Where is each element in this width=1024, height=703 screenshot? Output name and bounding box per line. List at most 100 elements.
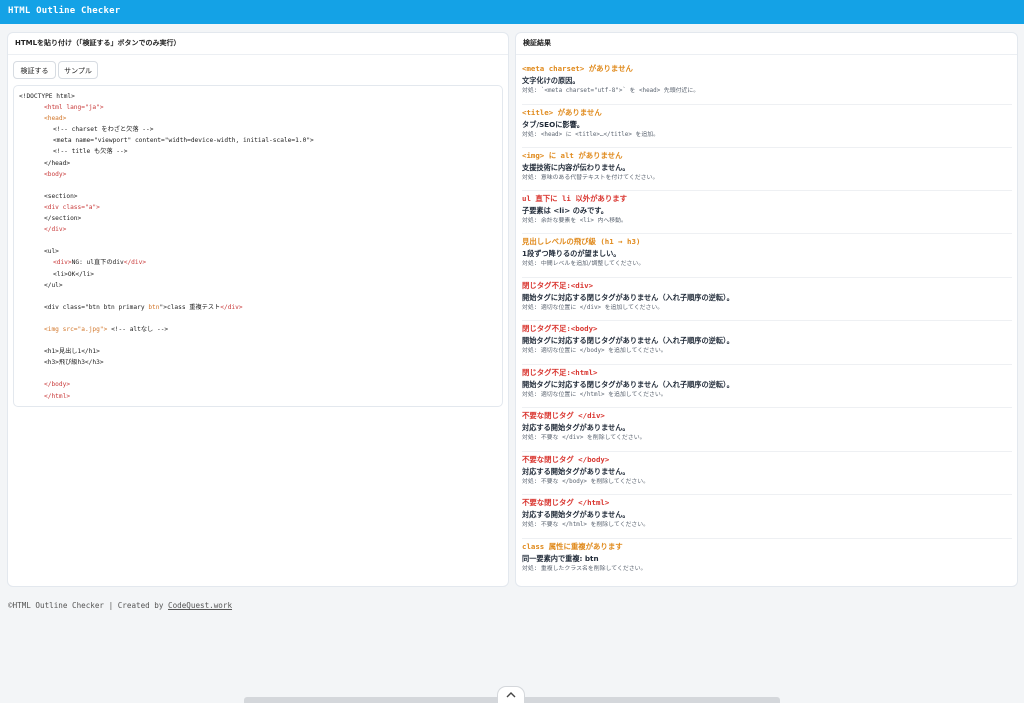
result-fix: 対処: 不要な </body> を削除してください。 [522, 479, 650, 485]
result-description: 子要素は <li> のみです。 [522, 206, 608, 215]
sample-button[interactable]: サンプル [58, 61, 98, 79]
input-panel-title: HTMLを貼り付け（「検証する」ボタンでのみ実行） [8, 33, 508, 55]
code-token: ">class 重複テスト [159, 303, 221, 311]
result-fix: 対処: 余計な要素を <li> 内へ移動。 [522, 218, 627, 224]
result-item: 不要な閉じタグ </html> 対応する開始タグがありません。対処: 不要な </… [522, 497, 1012, 539]
code-line: <meta name="viewport" content="width=dev… [19, 135, 502, 146]
code-line: <div class="a"> [19, 202, 502, 213]
html-input-textarea[interactable]: <!DOCTYPE html> <html lang="ja"> <head> <!-… [13, 85, 503, 407]
result-description: 開始タグに対応する閉じタグがありません（入れ子順序の逆転）。 [522, 293, 734, 302]
result-description: 対応する開始タグがありません。 [522, 510, 630, 519]
code-token: </ul> [44, 281, 63, 289]
code-line: <ul> [19, 246, 502, 257]
code-token: <!DOCTYPE html> [19, 93, 75, 100]
code-token: <h3>飛び級h3</h3> [44, 359, 104, 367]
result-item: 見出しレベルの飛び級 (h1 → h3) 1段ずつ降りるのが望ましい。対処: 中間… [522, 236, 1012, 278]
result-title: <meta charset> がありません [522, 64, 633, 73]
code-token: <ul> [44, 248, 59, 256]
code-line: <h3>飛び級h3</h3> [19, 357, 502, 368]
code-token: <div class="btn btn primary [44, 303, 149, 311]
code-line: <div class="btn btn primary btn">class 重… [19, 302, 502, 313]
result-title: class 属性に重複があります [522, 542, 623, 551]
result-description: 対応する開始タグがありません。 [522, 467, 630, 476]
code-line: <body> [19, 169, 502, 180]
result-item: ul 直下に li 以外があります 子要素は <li> のみです。対処: 余計な要… [522, 193, 1012, 234]
app-header: HTML Outline Checker [0, 0, 1024, 24]
code-line: </html> [19, 391, 502, 402]
result-item: 不要な閉じタグ </body> 対応する開始タグがありません。対処: 不要な </… [522, 454, 1012, 495]
code-line: <html lang="ja"> [19, 102, 502, 113]
result-fix: 対処: 適切な位置に </html> を追加してください。 [522, 392, 667, 398]
code-token: <!-- title も欠落 --> [53, 148, 128, 156]
result-fix: 対処: 不要な </div> を削除してください。 [522, 435, 646, 441]
result-title: 不要な閉じタグ </body> [522, 455, 610, 464]
footer: ©HTML Outline Checker | Created by CodeQ… [8, 601, 232, 610]
code-token: <meta name="viewport" content="width=dev… [53, 137, 314, 145]
result-item: class 属性に重複があります 同一要素内で重複: btn 対処: 重複したクラス… [522, 541, 1012, 581]
code-token: btn [148, 303, 160, 311]
result-fix: 対処: 適切な位置に </div> を追加してください。 [522, 305, 664, 311]
result-item: <img> に alt がありません 支援技術に内容が伝わりません。 対処: 意味の… [522, 150, 1012, 191]
result-fix: 対処: 重複したクラス名を削除してください。 [522, 566, 647, 572]
code-token: </div> [220, 303, 243, 311]
code-token: <img src="a.jpg"> [44, 325, 108, 333]
footer-text: ©HTML Outline Checker | Created by [8, 601, 169, 610]
result-fix: 対処: <head> に <title>…</title> を追加。 [522, 132, 659, 138]
code-line: <img src="a.jpg"> <!-- altなし --> [19, 324, 502, 335]
result-fix: 対処: 中間レベルを追加/調整してください。 [522, 261, 645, 267]
code-token: <body> [44, 170, 67, 178]
result-item: 閉じタグ不足:<html> 開始タグに対応する閉じタグがありません（入れ子順序の逆… [522, 367, 1012, 408]
code-line: <h1>見出し1</h1> [19, 346, 502, 357]
result-fix: 対処: `<meta charset="utf-8">` を <head> 先頭… [522, 88, 700, 94]
code-line: </section> [19, 213, 502, 224]
result-description: 文字化けの原因。 [522, 76, 580, 85]
result-title: <title> がありません [522, 108, 602, 117]
code-line: <!-- title も欠落 --> [19, 146, 502, 157]
result-title: 不要な閉じタグ </div> [522, 411, 605, 420]
result-title: 閉じタグ不足:<html> [522, 368, 598, 377]
result-item: 閉じタグ不足:<body> 開始タグに対応する閉じタグがありません（入れ子順序の逆… [522, 323, 1012, 365]
code-token: </body> [44, 381, 71, 389]
code-token: <head> [44, 115, 67, 123]
code-token: </section> [44, 215, 82, 223]
code-token: </div> [123, 259, 147, 267]
code-token: <section> [44, 192, 78, 200]
code-line: </head> [19, 158, 502, 169]
result-title: ul 直下に li 以外があります [522, 194, 628, 203]
result-title: 不要な閉じタグ </html> [522, 498, 610, 507]
results-panel: 検証結果 <meta charset> がありません 文字化けの原因。対処: `<… [515, 32, 1018, 587]
scroll-up-button[interactable] [497, 686, 525, 703]
result-description: 1段ずつ降りるのが望ましい。 [522, 249, 621, 258]
code-token: </html> [44, 392, 71, 400]
footer-link[interactable]: CodeQuest.work [168, 601, 232, 610]
code-token: <li>OK</li> [53, 270, 94, 278]
app-title: HTML Outline Checker [8, 6, 121, 16]
code-token: <html lang="ja"> [44, 104, 104, 112]
result-fix: 対処: 不要な </html> を削除してください。 [522, 522, 650, 528]
result-item: 閉じタグ不足:<div> 開始タグに対応する閉じタグがありません（入れ子順序の逆転… [522, 280, 1012, 321]
result-description: 開始タグに対応する閉じタグがありません（入れ子順序の逆転）。 [522, 336, 734, 345]
result-title: 見出しレベルの飛び級 (h1 → h3) [522, 237, 641, 246]
chevron-up-icon [506, 692, 516, 698]
code-line: </body> [19, 379, 502, 390]
verify-button[interactable]: 検証する [13, 61, 56, 79]
results-panel-title: 検証結果 [516, 33, 1017, 55]
result-title: 閉じタグ不足:<div> [522, 281, 594, 290]
code-token: <!-- charset をわざと欠落 --> [53, 126, 154, 134]
code-token: <div> [53, 259, 72, 267]
code-token: <h1>見出し1</h1> [44, 348, 100, 356]
result-item: 不要な閉じタグ </div> 対応する開始タグがありません。 対処: 不要な </d… [522, 410, 1012, 452]
input-panel: HTMLを貼り付け（「検証する」ボタンでのみ実行） 検証する サンプル <!DO… [7, 32, 509, 587]
result-item: <title> がありません タブ/SEOに影響。 対処: <head> に <ti… [522, 107, 1012, 148]
result-item: <meta charset> がありません 文字化けの原因。対処: `<meta … [522, 63, 1012, 105]
code-line: <head> [19, 113, 502, 124]
code-line: </ul> [19, 280, 502, 291]
result-fix: 対処: 意味のある代替テキストを付けてください。 [522, 175, 659, 181]
code-token: <!-- altなし --> [107, 325, 169, 333]
result-fix: 対処: 適切な位置に </body> を追加してください。 [522, 348, 667, 354]
code-line: <li>OK</li> [19, 269, 502, 280]
